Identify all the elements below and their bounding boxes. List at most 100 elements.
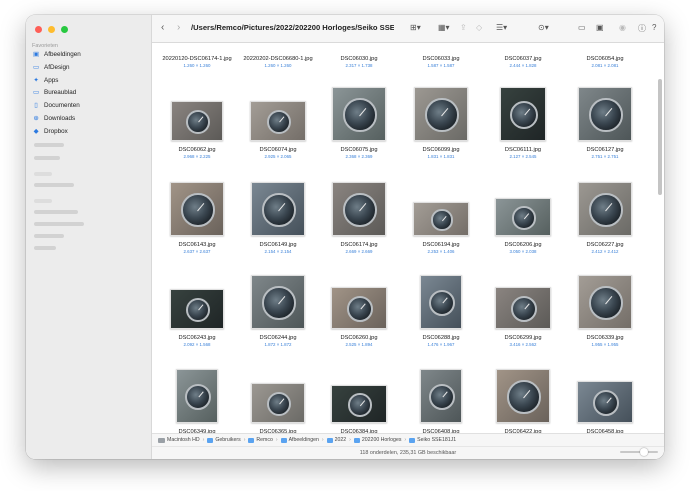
image-thumbnail[interactable] — [251, 275, 305, 329]
file-item[interactable]: DSC06033.jpg 1.587 × 1.587 — [406, 56, 476, 68]
image-thumbnail[interactable] — [251, 383, 305, 423]
sidebar-item[interactable]: ◆ Dropbox — [32, 126, 68, 137]
file-item[interactable]: DSC06030.jpg 2.317 × 1.738 — [324, 56, 394, 68]
file-item[interactable]: DSC06243.jpg 2.092 × 1.568 — [162, 289, 232, 347]
image-thumbnail[interactable] — [332, 182, 386, 236]
sidebar-item[interactable]: ✦ Apps — [32, 75, 58, 86]
image-thumbnail[interactable] — [496, 369, 550, 423]
slider-knob[interactable] — [640, 448, 648, 456]
file-dimensions: 1.831 × 1.831 — [427, 154, 455, 159]
share-icon[interactable]: ⇪ — [460, 23, 467, 32]
folder-icon — [207, 437, 214, 443]
view-grid-icon[interactable]: ⊞▾ — [410, 23, 421, 32]
file-name: DSC06033.jpg — [422, 56, 460, 62]
file-item[interactable]: DSC06339.jpg 1.955 × 1.955 — [570, 275, 640, 347]
image-thumbnail[interactable] — [251, 182, 305, 236]
forward-button[interactable]: › — [177, 22, 180, 33]
group-icon[interactable]: ▦▾ — [438, 23, 450, 32]
file-item[interactable]: DSC06074.jpg 2.925 × 2.065 — [243, 101, 313, 159]
sort-icon[interactable]: ☰▾ — [496, 23, 507, 32]
image-thumbnail[interactable] — [171, 101, 223, 141]
file-item[interactable]: DSC06206.jpg 3.050 × 2.038 — [488, 198, 558, 254]
file-item[interactable]: DSC06111.jpg 2.127 × 2.545 — [488, 87, 558, 159]
icon-view: 20220120-DSC06174-1.jpg 1.260 × 1.260 2022… — [152, 43, 664, 433]
file-dimensions: 3.416 × 2.562 — [509, 342, 537, 347]
sidebar-blurred-item — [34, 156, 60, 160]
file-item[interactable]: DSC06288.jpg 1.476 × 1.967 — [406, 275, 476, 347]
file-item[interactable]: DSC06075.jpg 2.368 × 2.369 — [324, 87, 394, 159]
file-item[interactable]: DSC06127.jpg 2.751 × 2.751 — [570, 87, 640, 159]
watch-face — [431, 209, 453, 231]
path-segment[interactable]: Gebruikers — [207, 437, 241, 443]
file-item[interactable]: DSC06194.jpg 2.253 × 1.406 — [406, 202, 476, 254]
sidebar-item[interactable]: ▭ AfDesign — [32, 62, 70, 73]
file-name: DSC06030.jpg — [340, 56, 378, 62]
image-thumbnail[interactable] — [495, 287, 551, 329]
image-thumbnail[interactable] — [495, 198, 551, 236]
path-segment[interactable]: Afbeeldingen — [280, 437, 319, 443]
image-thumbnail[interactable] — [413, 202, 469, 236]
path-segment[interactable]: Macintosh HD — [158, 437, 200, 443]
sidebar-item[interactable]: ▭ Bureaublad — [32, 87, 76, 98]
preview-eye-icon[interactable]: ◉ — [619, 23, 626, 32]
file-item[interactable]: DSC06174.jpg 2.669 × 2.669 — [324, 182, 394, 254]
help-icon[interactable]: ? — [652, 23, 656, 32]
tag-icon[interactable]: ◇ — [476, 23, 482, 32]
close-button[interactable] — [35, 26, 42, 33]
file-dimensions: 2.637 × 2.637 — [183, 249, 211, 254]
icon-size-slider[interactable] — [620, 448, 658, 456]
sidebar-item[interactable]: ▣ Afbeeldingen — [32, 49, 81, 60]
image-thumbnail[interactable] — [500, 87, 546, 141]
image-thumbnail[interactable] — [170, 289, 224, 329]
file-name: DSC06227.jpg — [586, 242, 624, 248]
minimize-button[interactable] — [48, 26, 55, 33]
image-thumbnail[interactable] — [420, 369, 462, 423]
path-segment[interactable]: 2022 — [326, 437, 346, 443]
file-item[interactable]: DSC06227.jpg 2.412 × 2.412 — [570, 182, 640, 254]
file-dimensions: 2.444 × 1.828 — [509, 63, 537, 68]
photo-icon: ▣ — [33, 51, 39, 58]
image-thumbnail[interactable] — [250, 101, 306, 141]
file-item[interactable]: DSC06260.jpg 2.525 × 1.894 — [324, 287, 394, 347]
image-thumbnail[interactable] — [420, 275, 462, 329]
image-thumbnail[interactable] — [578, 87, 632, 141]
path-separator-icon: › — [202, 437, 205, 443]
file-item[interactable]: DSC06054.jpg 2.081 × 2.081 — [570, 56, 640, 68]
sidebar-item[interactable]: ⊕ Downloads — [32, 113, 75, 124]
sidebar-item[interactable]: ▯ Documenten — [32, 100, 79, 111]
file-name: DSC06260.jpg — [340, 335, 378, 341]
info-icon[interactable]: ⓘ — [638, 23, 646, 34]
image-thumbnail[interactable] — [170, 182, 224, 236]
toolbar: ‹ › /Users/Remco/Pictures/2022/202200 Ho… — [152, 15, 664, 43]
image-thumbnail[interactable] — [578, 275, 632, 329]
file-item[interactable]: DSC06143.jpg 2.637 × 2.637 — [162, 182, 232, 254]
path-segment[interactable]: 202200 Horloges — [353, 437, 402, 443]
file-item[interactable]: DSC06299.jpg 3.416 × 2.562 — [488, 287, 558, 347]
image-thumbnail[interactable] — [332, 87, 386, 141]
image-thumbnail[interactable] — [331, 385, 387, 423]
path-segment[interactable]: Seiko SSE181J1 — [409, 437, 456, 443]
file-dimensions: 1.260 × 1.260 — [264, 63, 292, 68]
path-segment-label: 202200 Horloges — [361, 437, 402, 443]
file-item[interactable]: DSC06244.jpg 1.872 × 1.872 — [243, 275, 313, 347]
path-segment[interactable]: Remco — [248, 437, 273, 443]
new-folder-icon[interactable]: ▭ — [578, 23, 586, 32]
image-thumbnail[interactable] — [414, 87, 468, 141]
file-item[interactable]: 20220202-DSC06680-1.jpg 1.260 × 1.260 — [243, 56, 313, 68]
file-item[interactable]: DSC06149.jpg 2.154 × 2.154 — [243, 182, 313, 254]
file-dimensions: 2.317 × 1.738 — [345, 63, 373, 68]
image-thumbnail[interactable] — [577, 381, 633, 423]
file-item[interactable]: DSC06062.jpg 2.968 × 2.225 — [162, 101, 232, 159]
action-menu-icon[interactable]: ⊙▾ — [538, 23, 549, 32]
back-button[interactable]: ‹ — [161, 22, 164, 33]
image-thumbnail[interactable] — [331, 287, 387, 329]
window-title: /Users/Remco/Pictures/2022/202200 Horlog… — [191, 23, 394, 32]
airplay-icon[interactable]: ▣ — [596, 23, 604, 32]
file-item[interactable]: 20220120-DSC06174-1.jpg 1.260 × 1.260 — [162, 56, 232, 68]
vertical-scrollbar[interactable] — [658, 79, 662, 195]
file-item[interactable]: DSC06099.jpg 1.831 × 1.831 — [406, 87, 476, 159]
file-item[interactable]: DSC06037.jpg 2.444 × 1.828 — [488, 56, 558, 68]
image-thumbnail[interactable] — [176, 369, 218, 423]
zoom-button[interactable] — [61, 26, 68, 33]
image-thumbnail[interactable] — [578, 182, 632, 236]
